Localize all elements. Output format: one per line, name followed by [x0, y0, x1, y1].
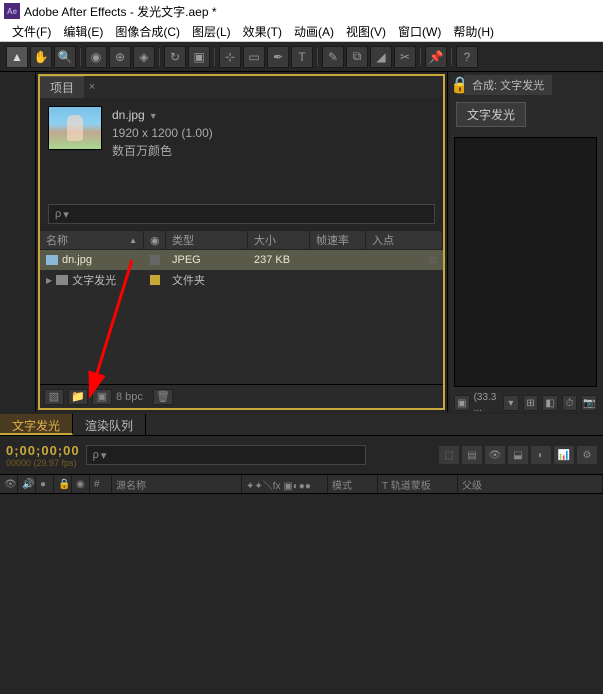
motion-blur-icon[interactable]: ◐: [531, 446, 551, 464]
grid-button[interactable]: ⊞: [523, 395, 539, 411]
zoom-tool-icon[interactable]: 🔍: [54, 46, 76, 68]
track-matte-col[interactable]: T 轨道蒙板: [378, 475, 458, 493]
draft3d-icon[interactable]: ▤: [462, 446, 482, 464]
timeline-layers-area[interactable]: [0, 494, 603, 694]
timeline-search-input[interactable]: ρ▾: [86, 445, 366, 465]
clone-tool-icon[interactable]: ⧉: [346, 46, 368, 68]
menu-window[interactable]: 窗口(W): [392, 23, 447, 40]
label-swatch[interactable]: [150, 255, 160, 265]
shy-icon[interactable]: 👁: [485, 446, 505, 464]
new-comp-button[interactable]: ▣: [92, 389, 112, 405]
menu-composition[interactable]: 图像合成(C): [109, 23, 186, 40]
camera-tool-icon[interactable]: ▣: [188, 46, 210, 68]
snapshot-button[interactable]: 📷: [581, 395, 597, 411]
col-framerate[interactable]: 帧速率: [310, 231, 366, 249]
menu-effect[interactable]: 效果(T): [237, 23, 288, 40]
roto-tool-icon[interactable]: ✂: [394, 46, 416, 68]
project-search-input[interactable]: ρ▾: [48, 204, 435, 224]
brainstorm-icon[interactable]: ⚙: [577, 446, 597, 464]
project-tab[interactable]: 项目: [40, 76, 84, 98]
rect-tool-icon[interactable]: ▭: [243, 46, 265, 68]
col-type[interactable]: 类型: [166, 231, 248, 249]
lock-icon[interactable]: 🔒: [450, 75, 464, 95]
track-tool-icon[interactable]: ◈: [133, 46, 155, 68]
anchor-tool-icon[interactable]: ⊹: [219, 46, 241, 68]
asset-name: dn.jpg: [112, 108, 145, 122]
text-tool-icon[interactable]: T: [291, 46, 313, 68]
time-button[interactable]: ⏱: [562, 395, 578, 411]
frame-blend-icon[interactable]: ⬓: [508, 446, 528, 464]
solo-switch-icon[interactable]: ●: [36, 475, 54, 493]
toolbar: ▲ ✋ 🔍 ◉ ⊕ ◈ ↻ ▣ ⊹ ▭ ✒ T ✎ ⧉ ◢ ✂ 📌 ?: [0, 42, 603, 72]
mask-button[interactable]: ◧: [542, 395, 558, 411]
menu-help[interactable]: 帮助(H): [447, 23, 500, 40]
brush-tool-icon[interactable]: ✎: [322, 46, 344, 68]
pen-tool-icon[interactable]: ✒: [267, 46, 289, 68]
interpret-footage-button[interactable]: ▧: [44, 389, 64, 405]
row-menu-icon[interactable]: ▤: [428, 255, 437, 266]
rotate-tool-icon[interactable]: ↻: [164, 46, 186, 68]
project-item[interactable]: ▶文字发光 文件夹: [40, 270, 443, 290]
col-name[interactable]: 名称▲: [40, 231, 144, 249]
res-button[interactable]: ▾: [503, 395, 519, 411]
panel-close-icon[interactable]: ×: [84, 76, 100, 98]
render-queue-tab[interactable]: 渲染队列: [73, 414, 146, 435]
folder-icon: [56, 275, 68, 285]
comp-viewer[interactable]: [454, 137, 597, 387]
menu-file[interactable]: 文件(F): [6, 23, 57, 40]
image-file-icon: [46, 255, 58, 265]
timeline-tab[interactable]: 文字发光: [0, 414, 73, 435]
eraser-tool-icon[interactable]: ◢: [370, 46, 392, 68]
project-panel: 项目 × dn.jpg ▼ 1920 x 1200 (1.00) 数百万颜色 ρ▾…: [38, 74, 445, 410]
graph-icon[interactable]: 📊: [554, 446, 574, 464]
help-icon[interactable]: ?: [456, 46, 478, 68]
asset-thumbnail: [48, 106, 102, 150]
video-switch-icon[interactable]: 👁: [0, 475, 18, 493]
comp-mini-flow-icon[interactable]: ⬚: [439, 446, 459, 464]
bit-depth[interactable]: 8 bpc: [116, 391, 143, 403]
pan-tool-icon[interactable]: ⊕: [109, 46, 131, 68]
parent-col[interactable]: 父级: [458, 475, 603, 493]
label-swatch[interactable]: [150, 275, 160, 285]
orbit-tool-icon[interactable]: ◉: [85, 46, 107, 68]
menu-edit[interactable]: 编辑(E): [57, 23, 109, 40]
new-folder-button[interactable]: 📁: [68, 389, 88, 405]
current-timecode[interactable]: 0;00;00;00: [6, 443, 80, 458]
puppet-tool-icon[interactable]: 📌: [425, 46, 447, 68]
asset-dimensions: 1920 x 1200 (1.00): [112, 124, 213, 142]
app-icon: Ae: [4, 3, 20, 19]
menubar: 文件(F) 编辑(E) 图像合成(C) 图层(L) 效果(T) 动画(A) 视图…: [0, 22, 603, 42]
composition-tab[interactable]: 合成: 文字发光: [464, 75, 552, 95]
selection-tool-icon[interactable]: ▲: [6, 46, 28, 68]
delete-button[interactable]: 🗑: [153, 389, 173, 405]
index-col[interactable]: #: [90, 475, 112, 493]
menu-layer[interactable]: 图层(L): [186, 23, 237, 40]
window-title: Adobe After Effects - 发光文字.aep *: [24, 3, 217, 20]
audio-switch-icon[interactable]: 🔊: [18, 475, 36, 493]
frame-info: 00000 (29.97 fps): [6, 458, 80, 468]
hand-tool-icon[interactable]: ✋: [30, 46, 52, 68]
lock-switch-icon[interactable]: 🔒: [54, 475, 72, 493]
menu-view[interactable]: 视图(V): [340, 23, 392, 40]
col-label[interactable]: ◉: [144, 231, 166, 249]
zoom-level[interactable]: (33.3 ...: [474, 392, 500, 412]
menu-animation[interactable]: 动画(A): [288, 23, 340, 40]
label-col[interactable]: ◉: [72, 475, 90, 493]
asset-colordepth: 数百万颜色: [112, 142, 213, 160]
project-item[interactable]: dn.jpg JPEG 237 KB ▤: [40, 250, 443, 270]
switches-col[interactable]: ✦✦＼fx ▣◐●●: [242, 475, 328, 493]
region-button[interactable]: ▣: [454, 395, 470, 411]
col-size[interactable]: 大小: [248, 231, 310, 249]
comp-flowchart-button[interactable]: 文字发光: [456, 102, 526, 127]
source-name-col[interactable]: 源名称: [112, 475, 242, 493]
asset-dropdown-icon[interactable]: ▼: [149, 111, 158, 121]
col-inpoint[interactable]: 入点: [366, 231, 443, 249]
mode-col[interactable]: 模式: [328, 475, 378, 493]
